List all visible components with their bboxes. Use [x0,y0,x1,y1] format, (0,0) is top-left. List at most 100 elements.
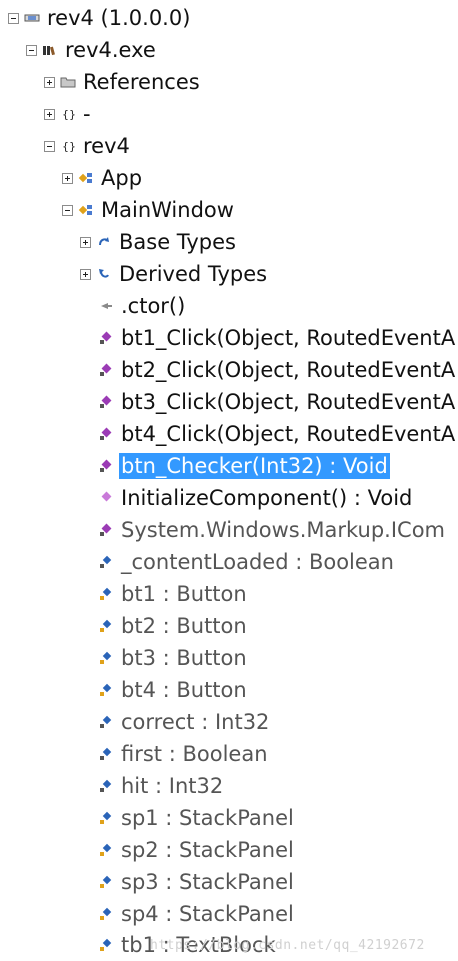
member-field[interactable]: hit : Int32 [97,771,225,801]
member-label: bt1 : Button [121,582,247,606]
assembly-tree: rev4 (1.0.0.0) rev4.exe References {} - … [0,0,458,961]
member-field[interactable]: sp3 : StackPanel [97,867,296,897]
expand-toggle[interactable] [80,268,91,280]
collapse-toggle[interactable] [26,44,37,56]
member-label: sp4 : StackPanel [121,902,294,926]
method-icon [97,362,115,378]
collapse-toggle[interactable] [8,12,19,24]
member-label: bt4_Click(Object, RoutedEventA [121,422,456,446]
member-method[interactable]: InitializeComponent() : Void [97,483,414,513]
namespace-icon: {} [59,138,77,154]
member-label: bt3_Click(Object, RoutedEventA [121,390,456,414]
class-label: App [101,166,143,190]
tree-node-assembly[interactable]: rev4 (1.0.0.0) [8,3,192,33]
svg-text:{}: {} [62,140,75,152]
field-icon [97,714,115,730]
member-label: first : Boolean [121,742,268,766]
class-icon [77,202,95,218]
member-label: sp1 : StackPanel [121,806,294,830]
member-method[interactable]: bt1_Click(Object, RoutedEventA [97,323,457,353]
member-label: bt2 : Button [121,614,247,638]
member-label: InitializeComponent() : Void [121,486,413,510]
assembly-icon [23,10,41,26]
watermark-text: https://blog.csdn.net/qq_42192672 [150,938,425,953]
member-label: System.Windows.Markup.ICom [121,518,446,542]
member-method[interactable]: bt3_Click(Object, RoutedEventA [97,387,457,417]
member-label: correct : Int32 [121,710,270,734]
member-label: sp3 : StackPanel [121,870,294,894]
field-icon [97,650,115,666]
member-label: bt3 : Button [121,646,247,670]
member-field[interactable]: bt1 : Button [97,579,249,609]
assembly-label: rev4 (1.0.0.0) [47,6,191,30]
field-icon [97,874,115,890]
namespace-icon: {} [59,106,77,122]
expand-toggle[interactable] [80,236,91,248]
field-icon [97,746,115,762]
field-icon [97,682,115,698]
method-icon [97,490,115,506]
member-field[interactable]: bt4 : Button [97,675,249,705]
member-field[interactable]: sp1 : StackPanel [97,803,296,833]
tree-node-base-types[interactable]: Base Types [80,227,238,257]
member-label: bt1_Click(Object, RoutedEventA [121,326,456,350]
references-folder-icon [59,74,77,90]
svg-text:{}: {} [62,108,75,120]
member-field[interactable]: first : Boolean [97,739,270,769]
field-icon [97,810,115,826]
field-icon [97,842,115,858]
member-field[interactable]: correct : Int32 [97,707,271,737]
expand-toggle[interactable] [44,76,55,88]
namespace-label: rev4 [83,134,130,158]
tree-node-derived-types[interactable]: Derived Types [80,259,269,289]
tree-node-namespace-rev4[interactable]: {} rev4 [44,131,132,161]
tree-node-namespace-empty[interactable]: {} - [44,99,93,129]
member-field[interactable]: bt2 : Button [97,611,249,641]
member-label: btn_Checker(Int32) : Void [119,453,390,479]
field-icon [97,937,115,953]
member-method[interactable]: bt2_Click(Object, RoutedEventA [97,355,457,385]
member-field[interactable]: _contentLoaded : Boolean [97,547,396,577]
field-icon [97,586,115,602]
base-types-icon [95,234,113,250]
derived-types-icon [95,266,113,282]
member-method[interactable]: bt4_Click(Object, RoutedEventA [97,419,457,449]
member-field[interactable]: sp4 : StackPanel [97,899,296,929]
constructor-icon [97,298,115,314]
class-icon [77,170,95,186]
field-icon [97,554,115,570]
member-label: .ctor() [121,294,186,318]
field-icon [97,906,115,922]
derived-types-label: Derived Types [119,262,268,286]
expand-toggle[interactable] [62,172,73,184]
method-icon [97,330,115,346]
method-icon [97,458,115,474]
collapse-toggle[interactable] [62,204,73,216]
member-ctor[interactable]: .ctor() [97,291,187,321]
tree-node-module[interactable]: rev4.exe [26,35,158,65]
member-field[interactable]: bt3 : Button [97,643,249,673]
tree-node-class-mainwindow[interactable]: MainWindow [62,195,236,225]
method-icon [97,522,115,538]
member-method-selected[interactable]: btn_Checker(Int32) : Void [97,451,390,481]
base-types-label: Base Types [119,230,236,254]
member-method[interactable]: System.Windows.Markup.ICom [97,515,447,545]
member-label: _contentLoaded : Boolean [121,550,394,574]
member-label: sp2 : StackPanel [121,838,294,862]
tree-node-class-app[interactable]: App [62,163,144,193]
member-label: bt2_Click(Object, RoutedEventA [121,358,456,382]
member-label: hit : Int32 [121,774,224,798]
field-icon [97,778,115,794]
method-icon [97,394,115,410]
member-field[interactable]: sp2 : StackPanel [97,835,296,865]
module-label: rev4.exe [65,38,156,62]
class-label: MainWindow [101,198,234,222]
expand-toggle[interactable] [44,108,55,120]
member-label: bt4 : Button [121,678,247,702]
method-icon [97,426,115,442]
tree-node-references[interactable]: References [44,67,202,97]
references-label: References [83,70,200,94]
collapse-toggle[interactable] [44,140,55,152]
field-icon [97,618,115,634]
namespace-label: - [83,102,91,126]
